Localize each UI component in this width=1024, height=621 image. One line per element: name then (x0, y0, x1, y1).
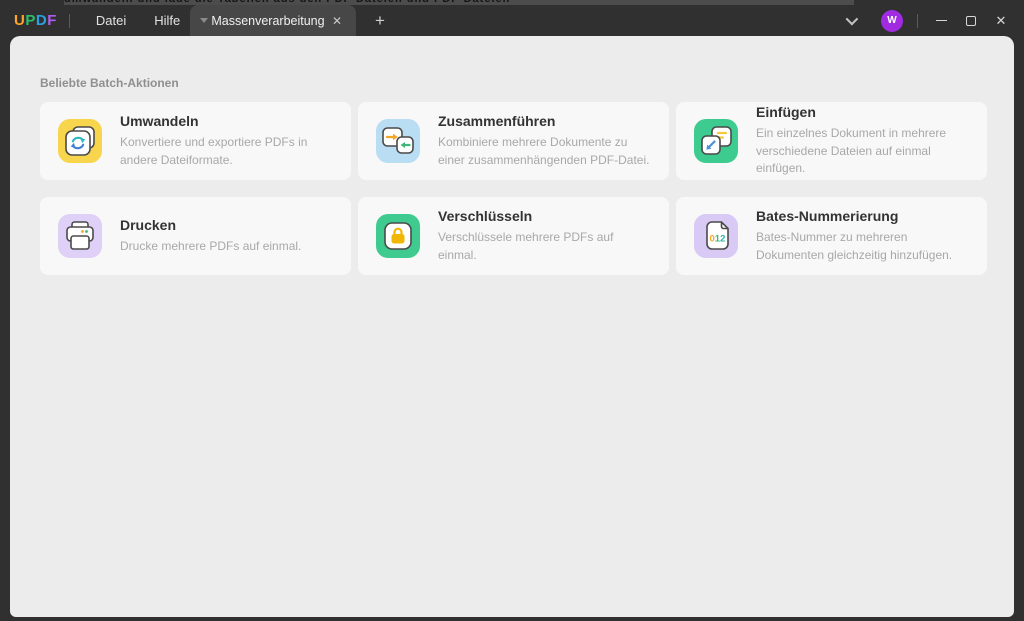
card-title: Zusammenführen (438, 113, 651, 129)
card-description: Bates-Nummer zu mehreren Dokumenten glei… (756, 229, 969, 264)
controls-divider (917, 14, 918, 28)
card-description: Ein einzelnes Dokument in mehrere versch… (756, 125, 969, 177)
close-button[interactable]: ✕ (986, 8, 1016, 34)
section-title: Beliebte Batch-Aktionen (40, 76, 987, 90)
menu-datei[interactable]: Datei (82, 8, 140, 33)
chevron-down-icon[interactable] (846, 13, 859, 26)
merge-documents-icon (376, 119, 420, 163)
minimize-button[interactable] (926, 8, 956, 34)
card-verschluesseln[interactable]: Verschlüsseln Verschlüssele mehrere PDFs… (358, 197, 669, 275)
menu-hilfe[interactable]: Hilfe (140, 8, 194, 33)
card-bates-nummerierung[interactable]: 012 Bates-Nummerierung Bates-Nummer zu m… (676, 197, 987, 275)
titlebar-right-controls: W ✕ (846, 5, 1024, 36)
card-description: Verschlüssele mehrere PDFs auf einmal. (438, 229, 651, 264)
lock-icon (376, 214, 420, 258)
card-umwandeln[interactable]: Umwandeln Konvertiere und exportiere PDF… (40, 102, 351, 180)
insert-document-icon (694, 119, 738, 163)
batch-actions-page: Beliebte Batch-Aktionen Umwandeln (10, 36, 1014, 617)
tab-label: Massenverarbeitung (208, 14, 328, 28)
account-avatar[interactable]: W (881, 10, 903, 32)
printer-icon (58, 214, 102, 258)
card-einfuegen[interactable]: Einfügen Ein einzelnes Dokument in mehre… (676, 102, 987, 180)
card-description: Drucke mehrere PDFs auf einmal. (120, 238, 333, 255)
card-title: Drucken (120, 217, 333, 233)
titlebar: UPDF Datei Hilfe Massenverarbeitung ✕ + … (0, 5, 1024, 36)
batch-actions-grid: Umwandeln Konvertiere und exportiere PDF… (40, 102, 987, 275)
card-title: Einfügen (756, 104, 969, 120)
card-title: Umwandeln (120, 113, 333, 129)
titlebar-divider (69, 14, 70, 28)
tab-close-icon[interactable]: ✕ (328, 13, 346, 29)
maximize-button[interactable] (956, 8, 986, 34)
card-title: Verschlüsseln (438, 208, 651, 224)
card-drucken[interactable]: Drucken Drucke mehrere PDFs auf einmal. (40, 197, 351, 275)
minimize-icon (936, 20, 947, 22)
maximize-icon (966, 16, 976, 26)
new-tab-button[interactable]: + (368, 9, 392, 33)
svg-text:012: 012 (710, 234, 726, 245)
card-zusammenfuehren[interactable]: Zusammenführen Kombiniere mehrere Dokume… (358, 102, 669, 180)
updf-logo: UPDF (14, 12, 57, 29)
card-description: Konvertiere und exportiere PDFs in ander… (120, 134, 333, 169)
card-title: Bates-Nummerierung (756, 208, 969, 224)
card-description: Kombiniere mehrere Dokumente zu einer zu… (438, 134, 651, 169)
tab-massenverarbeitung[interactable]: Massenverarbeitung ✕ (190, 5, 356, 36)
bates-number-page-icon: 012 (694, 214, 738, 258)
tab-chevron-down-icon (200, 18, 208, 23)
convert-sync-documents-icon (58, 119, 102, 163)
app-window: umwandeln und lade die Tabellen aus den … (0, 0, 1024, 621)
close-icon: ✕ (996, 14, 1007, 27)
